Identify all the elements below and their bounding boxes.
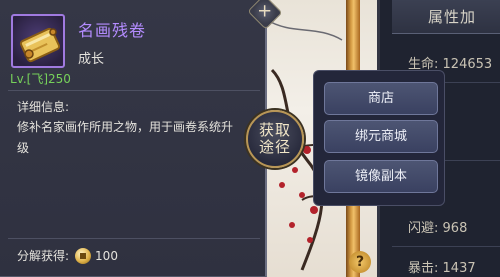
obtain-route-button[interactable]: 获取 途径 [246, 110, 304, 168]
stat-dodge: 闪避: 968 [408, 221, 468, 236]
obtain-label-line2: 途径 [258, 138, 291, 156]
stat-crit: 暴击: 1437 [408, 261, 476, 276]
decompose-value: 100 [95, 248, 118, 263]
detail-title: 详细信息: [17, 100, 70, 114]
decompose-label: 分解获得: [17, 249, 70, 263]
help-icon[interactable]: ? [349, 251, 371, 273]
attribute-panel-title: 属性加 [428, 8, 477, 26]
shop-button[interactable]: 商店 [324, 82, 438, 115]
item-tooltip: 名画残卷 成长 Lv.[飞]250 详细信息: 修补名家画作所用之物，用于画卷系… [0, 0, 267, 277]
decompose-reward: 分解获得: 100 [17, 247, 118, 264]
stat-divider [392, 246, 500, 247]
close-icon: + [257, 1, 273, 23]
bound-ingot-mall-button[interactable]: 绑元商城 [324, 120, 438, 153]
coin-icon [75, 247, 92, 264]
scroll-icon [11, 14, 65, 68]
mirror-dungeon-button[interactable]: 镜像副本 [324, 160, 438, 193]
divider [8, 238, 260, 239]
item-type: 成长 [78, 52, 105, 67]
divider [8, 90, 260, 91]
item-name: 名画残卷 [78, 21, 147, 40]
attribute-panel-header: 属性加 [392, 0, 500, 34]
obtain-label-line1: 获取 [258, 121, 291, 139]
item-description: 修补名家画作所用之物，用于画卷系统升级 [17, 120, 234, 155]
item-level: Lv.[飞]250 [10, 72, 71, 86]
